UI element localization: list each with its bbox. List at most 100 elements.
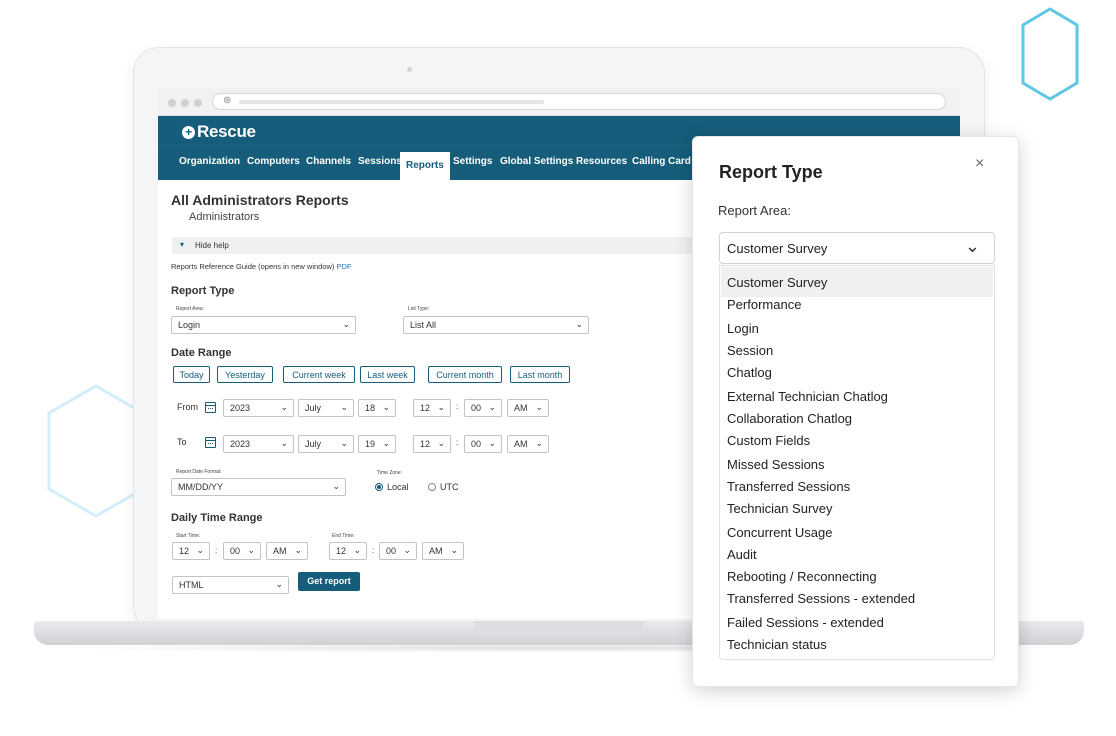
- option-transferred-sessions[interactable]: Transferred Sessions: [727, 479, 850, 494]
- current-week-button[interactable]: Current week: [283, 366, 355, 383]
- to-day-select[interactable]: 19 ⌄: [358, 435, 396, 453]
- chevron-down-icon: ⌄: [280, 438, 288, 448]
- last-month-button[interactable]: Last month: [510, 366, 570, 383]
- output-format-select[interactable]: HTML ⌄: [172, 576, 289, 594]
- option-chatlog[interactable]: Chatlog: [727, 365, 772, 380]
- nav-organization[interactable]: Organization: [179, 156, 240, 167]
- radio-icon[interactable]: [428, 483, 436, 491]
- output-format-value: HTML: [179, 580, 204, 590]
- option-collaboration-chatlog[interactable]: Collaboration Chatlog: [727, 411, 852, 426]
- nav-reports[interactable]: Reports: [400, 152, 450, 181]
- option-session[interactable]: Session: [727, 343, 773, 358]
- option-technician-survey[interactable]: Technician Survey: [727, 501, 833, 516]
- option-custom-fields[interactable]: Custom Fields: [727, 433, 810, 448]
- nav-sessions[interactable]: Sessions: [358, 156, 402, 167]
- tz-utc-option[interactable]: UTC: [428, 482, 459, 492]
- get-report-button[interactable]: Get report: [298, 572, 360, 591]
- start-ampm-value: AM: [273, 546, 287, 556]
- current-month-button[interactable]: Current month: [428, 366, 502, 383]
- list-type-label: List Type:: [408, 306, 430, 312]
- nav-calling-card[interactable]: Calling Card: [632, 156, 691, 167]
- to-minute-value: 00: [471, 439, 482, 449]
- from-ampm-select[interactable]: AM ⌄: [507, 399, 549, 417]
- from-month-value: July: [305, 403, 322, 413]
- to-ampm-select[interactable]: AM ⌄: [507, 435, 549, 453]
- daily-time-heading: Daily Time Range: [171, 512, 263, 524]
- chevron-down-icon: ⌄: [437, 438, 445, 448]
- window-dot[interactable]: [168, 99, 176, 107]
- reference-guide-link[interactable]: Reports Reference Guide (opens in new wi…: [171, 262, 334, 271]
- tz-local-option[interactable]: Local: [375, 482, 409, 492]
- to-month-value: July: [305, 439, 322, 449]
- address-bar[interactable]: ⊛: [212, 93, 946, 110]
- option-concurrent-usage[interactable]: Concurrent Usage: [727, 525, 833, 540]
- page-title: All Administrators Reports: [171, 192, 349, 208]
- option-performance[interactable]: Performance: [727, 297, 801, 312]
- window-dot[interactable]: [194, 99, 202, 107]
- from-year-select[interactable]: 2023 ⌄: [223, 399, 294, 417]
- panel-selected-value: Customer Survey: [727, 241, 828, 256]
- end-ampm-value: AM: [429, 546, 443, 556]
- chevron-down-icon: ⌄: [575, 319, 583, 329]
- to-label: To: [177, 437, 187, 447]
- option-audit[interactable]: Audit: [727, 547, 757, 562]
- pdf-link[interactable]: PDF: [337, 262, 352, 271]
- help-toggle-bar[interactable]: ▾ Hide help: [172, 237, 732, 254]
- nav-resources[interactable]: Resources: [576, 156, 627, 167]
- hide-help-link[interactable]: Hide help: [195, 241, 229, 250]
- report-area-label: Report Area:: [176, 306, 205, 312]
- nav-channels[interactable]: Channels: [306, 156, 351, 167]
- option-technician-status[interactable]: Technician status: [727, 637, 827, 652]
- end-time-label: End Time:: [332, 533, 355, 539]
- to-hour-select[interactable]: 12 ⌄: [413, 435, 451, 453]
- rescue-logo[interactable]: + Rescue: [182, 122, 256, 142]
- option-customer-survey[interactable]: Customer Survey: [727, 275, 827, 290]
- from-day-select[interactable]: 18 ⌄: [358, 399, 396, 417]
- nav-global-settings[interactable]: Global Settings: [500, 156, 573, 167]
- to-minute-select[interactable]: 00 ⌄: [464, 435, 502, 453]
- from-label: From: [177, 402, 198, 412]
- option-login[interactable]: Login: [727, 321, 759, 336]
- from-month-select[interactable]: July ⌄: [298, 399, 354, 417]
- date-format-select[interactable]: MM/DD/YY ⌄: [171, 478, 346, 496]
- start-minute-select[interactable]: 00 ⌄: [223, 542, 261, 560]
- yesterday-button[interactable]: Yesterday: [217, 366, 273, 383]
- chevron-down-icon: ⌄: [294, 545, 302, 555]
- start-hour-select[interactable]: 12 ⌄: [172, 542, 210, 560]
- time-colon: :: [456, 438, 459, 447]
- last-week-button[interactable]: Last week: [360, 366, 415, 383]
- from-hour-select[interactable]: 12 ⌄: [413, 399, 451, 417]
- calendar-icon[interactable]: [205, 437, 216, 448]
- nav-settings[interactable]: Settings: [453, 156, 492, 167]
- option-transferred-sessions-extended[interactable]: Transferred Sessions - extended: [727, 591, 915, 606]
- today-button[interactable]: Today: [173, 366, 210, 383]
- option-failed-sessions-extended[interactable]: Failed Sessions - extended: [727, 615, 884, 630]
- start-hour-value: 12: [179, 546, 190, 556]
- time-colon: :: [372, 546, 375, 555]
- logo-text: Rescue: [197, 122, 256, 141]
- option-external-technician-chatlog[interactable]: External Technician Chatlog: [727, 389, 888, 404]
- from-minute-select[interactable]: 00 ⌄: [464, 399, 502, 417]
- start-time-label: Start Time:: [176, 533, 201, 539]
- window-dot[interactable]: [181, 99, 189, 107]
- page-subtitle: Administrators: [189, 211, 260, 223]
- radio-selected-icon[interactable]: [375, 483, 383, 491]
- to-month-select[interactable]: July ⌄: [298, 435, 354, 453]
- list-type-select[interactable]: List All ⌄: [403, 316, 589, 334]
- option-rebooting-reconnecting[interactable]: Rebooting / Reconnecting: [727, 569, 877, 584]
- end-minute-select[interactable]: 00 ⌄: [379, 542, 417, 560]
- from-hour-value: 12: [420, 403, 431, 413]
- panel-report-area-select[interactable]: Customer Survey ⌄: [719, 232, 995, 264]
- report-area-select[interactable]: Login ⌄: [171, 316, 356, 334]
- to-year-select[interactable]: 2023 ⌄: [223, 435, 294, 453]
- chevron-down-icon: ⌄: [340, 402, 348, 412]
- nav-computers[interactable]: Computers: [247, 156, 300, 167]
- end-hour-select[interactable]: 12 ⌄: [329, 542, 367, 560]
- to-day-value: 19: [365, 439, 376, 449]
- option-missed-sessions[interactable]: Missed Sessions: [727, 457, 825, 472]
- calendar-icon[interactable]: [205, 402, 216, 413]
- end-ampm-select[interactable]: AM ⌄: [422, 542, 464, 560]
- close-icon[interactable]: ×: [975, 155, 984, 173]
- chevron-down-icon: ⌄: [535, 438, 543, 448]
- start-ampm-select[interactable]: AM ⌄: [266, 542, 308, 560]
